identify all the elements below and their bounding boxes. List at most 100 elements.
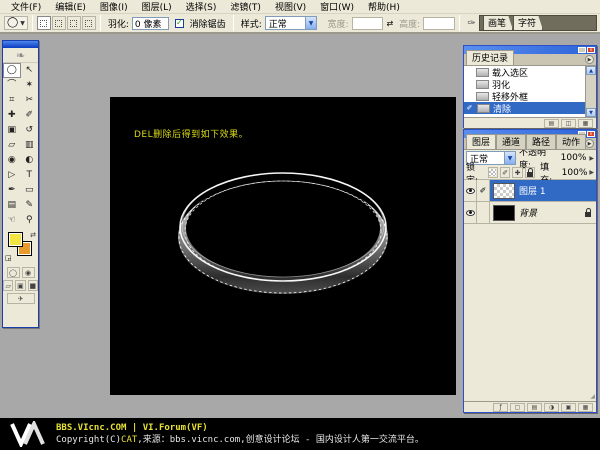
eye-icon[interactable] — [466, 188, 475, 194]
tool-eyedropper-button[interactable]: ✎ — [21, 198, 39, 213]
lock-all-icon[interactable] — [525, 167, 535, 178]
menu-layer[interactable]: 图层(L) — [135, 0, 179, 13]
tool-lasso-button[interactable]: ⌒ — [3, 78, 21, 93]
feather-input[interactable]: 0 像素 — [132, 17, 170, 30]
tool-dodge-button[interactable]: ◐ — [21, 153, 39, 168]
fill-value[interactable]: 100% — [562, 168, 588, 178]
menu-image[interactable]: 图像(I) — [93, 0, 135, 13]
swap-dimensions-icon[interactable]: ⇄ — [386, 19, 393, 28]
tool-type-button[interactable]: T — [21, 168, 39, 183]
antialias-checkbox[interactable]: ✓ — [175, 19, 184, 28]
menu-edit[interactable]: 编辑(E) — [48, 0, 93, 13]
tool-brush-button[interactable]: ✐ — [21, 108, 39, 123]
layer-name[interactable]: 图层 1 — [519, 184, 546, 197]
opacity-spinner-icon[interactable]: ▶ — [589, 155, 594, 162]
height-input[interactable] — [423, 17, 455, 30]
standard-screen-button[interactable]: ▱ — [3, 280, 13, 291]
scroll-down-icon[interactable]: ▼ — [586, 108, 596, 117]
tab-actions[interactable]: 动作 — [556, 134, 586, 149]
opacity-value[interactable]: 100% — [561, 153, 587, 163]
toolbox-title-bar[interactable] — [3, 41, 38, 48]
layer-row-layer1[interactable]: ✐ 图层 1 — [464, 180, 596, 202]
layer-thumbnail[interactable] — [493, 205, 515, 221]
layer-row-background[interactable]: 背景 — [464, 202, 596, 224]
history-item[interactable]: 载入选区 — [464, 66, 585, 78]
tab-layers[interactable]: 图层 — [466, 134, 496, 149]
adjustment-layer-button[interactable]: ◑ — [544, 403, 559, 412]
tool-hand-button[interactable]: ☜ — [3, 213, 21, 228]
new-layer-button[interactable]: ▣ — [561, 403, 576, 412]
close-icon[interactable]: × — [587, 47, 595, 53]
intersect-selection-button[interactable] — [82, 16, 96, 30]
menu-file[interactable]: 文件(F) — [4, 0, 48, 13]
fill-spinner-icon[interactable]: ▶ — [589, 169, 594, 176]
tool-clone-stamp-button[interactable]: ▣ — [3, 123, 21, 138]
delete-layer-button[interactable]: ▦ — [578, 403, 593, 412]
menu-select[interactable]: 选择(S) — [179, 0, 224, 13]
width-input[interactable] — [352, 17, 384, 30]
add-mask-button[interactable]: ▢ — [510, 403, 525, 412]
history-scrollbar[interactable]: ▲ ▼ — [585, 66, 596, 117]
visibility-column[interactable] — [464, 202, 477, 223]
layer-main[interactable]: 背景 — [490, 202, 596, 223]
tool-move-button[interactable]: ↖ — [21, 63, 39, 78]
new-snapshot-button[interactable]: ◫ — [561, 119, 576, 128]
history-brush-source-icon[interactable]: ✐ — [465, 104, 474, 112]
new-group-button[interactable]: ▤ — [527, 403, 542, 412]
new-document-from-state-button[interactable]: ▤ — [544, 119, 559, 128]
tool-elliptical-marquee-button[interactable]: ◯ — [3, 63, 21, 78]
foreground-color-swatch[interactable] — [8, 232, 23, 247]
layer-name[interactable]: 背景 — [519, 206, 537, 219]
scroll-up-icon[interactable]: ▲ — [586, 66, 596, 75]
history-item[interactable]: 羽化 — [464, 78, 585, 90]
brush-palette-icon[interactable]: ✑ — [464, 16, 479, 31]
fullscreen-button[interactable]: ■ — [28, 280, 38, 291]
flyout-menu-icon[interactable]: ▶ — [585, 139, 594, 148]
standard-mode-button[interactable]: ◯ — [7, 267, 20, 278]
tool-eraser-button[interactable]: ▱ — [3, 138, 21, 153]
style-dropdown[interactable]: 正常 ▼ — [265, 16, 317, 30]
eye-icon[interactable] — [466, 210, 475, 216]
resize-grip-icon[interactable]: ◢ — [590, 393, 595, 400]
tab-history[interactable]: 历史记录 — [466, 50, 514, 65]
menu-view[interactable]: 视图(V) — [268, 0, 313, 13]
document-canvas[interactable]: DEL删除后得到如下效果。 — [110, 97, 456, 395]
link-column[interactable]: ✐ — [477, 180, 490, 201]
tool-magic-wand-button[interactable]: ✶ — [21, 78, 39, 93]
tool-healing-brush-button[interactable]: ✚ — [3, 108, 21, 123]
tool-preset-picker[interactable]: ◯ ▼ — [4, 16, 28, 30]
tab-channels[interactable]: 通道 — [496, 134, 526, 149]
visibility-column[interactable] — [464, 180, 477, 201]
fullscreen-menubar-button[interactable]: ▣ — [15, 280, 25, 291]
subtract-from-selection-button[interactable] — [67, 16, 81, 30]
tool-blur-button[interactable]: ◉ — [3, 153, 21, 168]
link-column[interactable] — [477, 202, 490, 223]
quick-mask-mode-button[interactable]: ◉ — [22, 267, 35, 278]
lock-position-icon[interactable]: ✚ — [512, 167, 522, 178]
layer-main[interactable]: 图层 1 — [490, 180, 596, 201]
tool-path-selection-button[interactable]: ▷ — [3, 168, 21, 183]
menu-help[interactable]: 帮助(H) — [361, 0, 407, 13]
lock-transparency-icon[interactable] — [488, 167, 498, 178]
add-to-selection-button[interactable] — [52, 16, 66, 30]
delete-state-button[interactable]: ▦ — [578, 119, 593, 128]
menu-filter[interactable]: 滤镜(T) — [223, 0, 268, 13]
well-tab-brushes[interactable]: 画笔 — [483, 15, 513, 30]
history-item[interactable]: 轻移外框 — [464, 90, 585, 102]
default-colors-icon[interactable]: ◲ — [5, 254, 14, 262]
well-tab-character[interactable]: 字符 — [513, 15, 543, 30]
tab-paths[interactable]: 路径 — [526, 134, 556, 149]
tool-slice-button[interactable]: ✂ — [21, 93, 39, 108]
layer-thumbnail[interactable] — [493, 183, 515, 199]
flyout-menu-icon[interactable]: ▶ — [585, 55, 594, 64]
jump-to-imageready-button[interactable]: ✈ — [7, 293, 35, 304]
minimize-icon[interactable] — [578, 47, 586, 53]
tool-gradient-button[interactable]: ▥ — [21, 138, 39, 153]
new-selection-button[interactable] — [37, 16, 51, 30]
layer-style-button[interactable]: ƒ — [493, 403, 508, 412]
tool-crop-button[interactable]: ⌗ — [3, 93, 21, 108]
tool-zoom-button[interactable]: ⚲ — [21, 213, 39, 228]
tool-shape-button[interactable]: ▭ — [21, 183, 39, 198]
menu-window[interactable]: 窗口(W) — [313, 0, 361, 13]
tool-history-brush-button[interactable]: ↺ — [21, 123, 39, 138]
